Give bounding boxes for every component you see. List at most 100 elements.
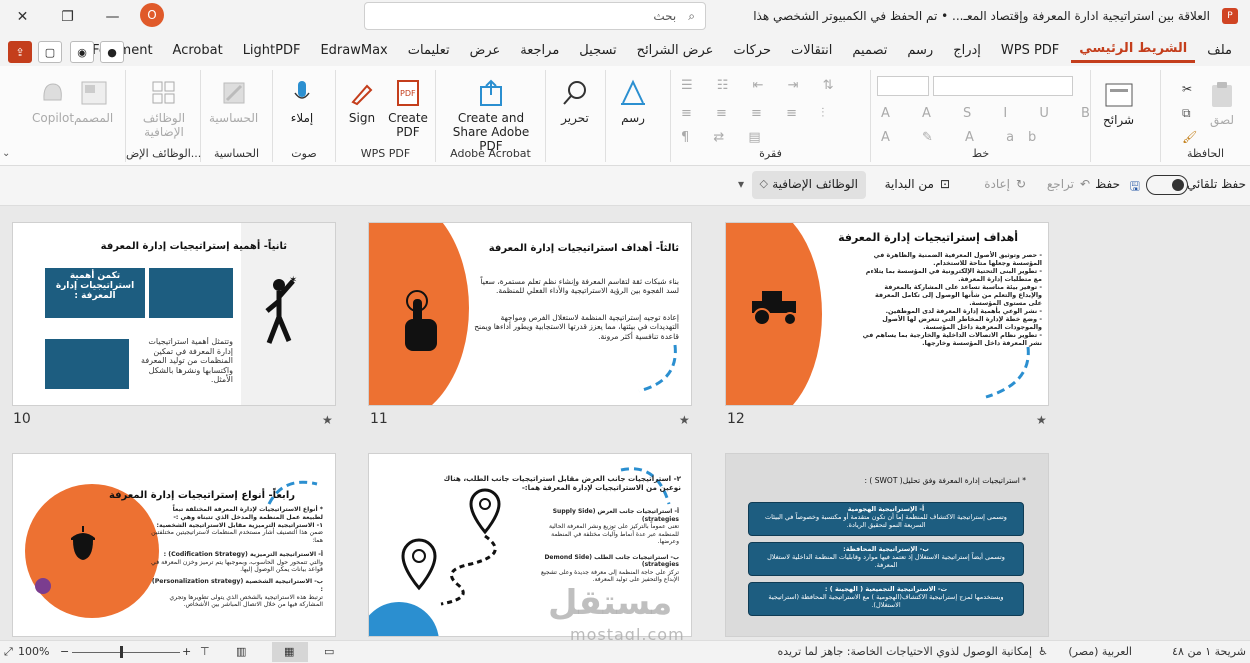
tab-6[interactable]: انتقالات: [783, 39, 840, 62]
accessibility-status[interactable]: إمكانية الوصول لذوي الاحتياجات الخاصة: ج…: [777, 645, 1032, 658]
tab-7[interactable]: حركات: [725, 39, 779, 62]
status-bar: شريحة ١ من ٤٨ العربية (مصر) ♿ إمكانية ال…: [0, 640, 1250, 663]
tab-13[interactable]: EdrawMax: [312, 39, 395, 62]
tab-11[interactable]: عرض: [462, 39, 509, 62]
tab-1[interactable]: الشريط الرئيسي: [1071, 37, 1196, 63]
save-icon[interactable]: 🖫: [1130, 177, 1140, 198]
tab-12[interactable]: تعليمات: [400, 39, 458, 62]
list-icons[interactable]: ☰ ☷ ⇤ ⇥ ⇅: [681, 78, 844, 93]
box-title: أ- الإستراتيجية الهجومية: [847, 505, 925, 513]
tab-5[interactable]: تصميم: [844, 39, 895, 62]
new-slide-button[interactable]: شرائح: [1103, 80, 1134, 127]
dictate-button[interactable]: إملاء: [287, 78, 317, 125]
customize-dropdown-icon[interactable]: ▾: [738, 177, 744, 191]
font-size-select[interactable]: [877, 76, 929, 96]
start-from-beginning-icon[interactable]: ⊡: [940, 177, 950, 191]
addins-quick-button[interactable]: الوظائف الإضافية ◇: [752, 171, 866, 199]
tab-8[interactable]: عرض الشرائح: [629, 39, 722, 62]
slide-text-line: أ- استراتيجيات جانب العرض (Supply Side s…: [552, 508, 679, 523]
close-icon[interactable]: ✕: [0, 0, 45, 34]
slide-text-line: - تطوير البنى التحتية الإلكترونية في الم…: [865, 267, 1042, 283]
direction-icons[interactable]: ¶ ⇄ ▤: [681, 130, 771, 145]
slide-icon: [1104, 80, 1134, 110]
transition-star-icon[interactable]: ★: [679, 413, 690, 427]
copy-icon[interactable]: ⧉: [1182, 106, 1198, 122]
create-pdf-button[interactable]: PDF Create PDF: [384, 78, 432, 139]
slide-text-line: - نشر الوعي بأهمية إدارة المعرفة لدى الم…: [885, 307, 1042, 315]
language-status[interactable]: العربية (مصر): [1068, 645, 1132, 658]
reading-view-icon[interactable]: ▥: [236, 645, 246, 658]
document-title: العلاقة بين استراتيجية ادارة المعرفة وإق…: [753, 9, 1210, 23]
font-family-select[interactable]: [933, 76, 1073, 96]
addins-button[interactable]: الوظائف الإضافية: [134, 78, 194, 139]
purple-dot: [35, 578, 51, 594]
sensitivity-button[interactable]: الحساسية: [209, 78, 258, 125]
transition-star-icon[interactable]: ★: [1036, 413, 1047, 427]
create-share-pdf-button[interactable]: Create and Share Adobe PDF: [441, 78, 541, 153]
transition-star-icon[interactable]: ★: [322, 413, 333, 427]
collapse-ribbon-icon[interactable]: ⌄: [2, 148, 10, 159]
tab-15[interactable]: Acrobat: [165, 39, 231, 62]
zoom-slider-track[interactable]: [72, 652, 180, 653]
slide-number: 10: [13, 411, 31, 427]
autosave-toggle[interactable]: [1146, 175, 1188, 195]
paste-button[interactable]: لصق: [1207, 80, 1237, 127]
tab-14[interactable]: LightPDF: [235, 39, 309, 62]
slide-thumbnail-15[interactable]: * استراتيجيات إدارة المعرفة وفق تحليل( S…: [726, 454, 1048, 636]
record-icon[interactable]: ●: [100, 41, 124, 63]
zoom-in-icon[interactable]: +: [182, 645, 191, 658]
redo-icon[interactable]: ↻: [1016, 177, 1026, 191]
importance-text: وتتمثل أهمية استراتيجيات إدارة المعرفة ف…: [141, 337, 233, 385]
slide-thumbnail-10[interactable]: ثانياً- أهمية إستراتيجيات إدارة المعرفة …: [13, 223, 335, 405]
start-from-beginning-label[interactable]: من البداية: [885, 177, 934, 191]
tab-3[interactable]: إدراج: [945, 39, 989, 62]
zoom-level[interactable]: 100%: [18, 645, 49, 658]
zoom-slider-thumb[interactable]: [120, 646, 123, 658]
autosave-label: حفظ تلقائي: [1186, 177, 1246, 191]
presenter-view-icon[interactable]: ⊤: [200, 645, 210, 658]
slide-thumbnail-13[interactable]: رابعاً- أنواع إستراتيجيات إدارة المعرفة …: [13, 454, 335, 636]
group-label: الحساسية: [213, 147, 260, 160]
slide-thumbnail-11[interactable]: ثالثاً- أهداف استراتيجيات إدارة المعرفة …: [369, 223, 691, 405]
slide-thumbnail-12[interactable]: أهداف إستراتيجيات إدارة المعرفة - حصر وت…: [726, 223, 1048, 405]
search-box[interactable]: بحث ⌕: [364, 2, 706, 30]
format-painter-icon[interactable]: 🖌: [1182, 130, 1198, 146]
slide-text-line: تركز على حاجة المنظمة إلى معرفة جديدة وع…: [540, 568, 679, 584]
designer-button[interactable]: المصمم: [74, 78, 113, 125]
editing-button[interactable]: تحرير: [560, 78, 590, 125]
ribbon-tabs: ملف الشريط الرئيسي WPS PDF إدراج رسم تصميم انت…: [0, 34, 1250, 66]
tab-4[interactable]: رسم: [899, 39, 941, 62]
comments-icon[interactable]: ▢: [38, 41, 62, 63]
avatar[interactable]: O: [140, 3, 164, 27]
slide-title: رابعاً- أنواع إستراتيجيات إدارة المعرفة: [108, 490, 295, 501]
normal-view-icon[interactable]: ▭: [324, 645, 334, 658]
minimize-icon[interactable]: —: [90, 0, 135, 34]
camera-icon[interactable]: ◉: [70, 41, 94, 63]
restore-icon[interactable]: ❐: [45, 0, 90, 34]
importance-box: تكمن أهمية استراتيجيات إدارة المعرفة :: [45, 268, 145, 318]
undo-icon[interactable]: ↶: [1080, 177, 1090, 191]
slide-text-list: أ- استراتيجيات جانب العرض (Supply Side s…: [529, 508, 679, 584]
reaching-person-icon: ✶: [265, 275, 297, 344]
dashed-arc: [638, 344, 677, 393]
share-pdf-icon: [476, 78, 506, 108]
font-color-icons[interactable]: A ✎ A ab: [881, 130, 1050, 145]
tab-9[interactable]: تسجيل: [571, 39, 624, 62]
redo-label[interactable]: إعادة: [984, 177, 1010, 191]
align-icons[interactable]: ≡ ≡ ≡ ≡ ⫶: [681, 106, 834, 121]
slide-text-line: ب- استراتيجيات جانب الطلب (Demond Side s…: [544, 553, 679, 569]
share-icon[interactable]: ⇪: [8, 41, 32, 63]
save-label[interactable]: حفظ: [1095, 177, 1120, 191]
tab-10[interactable]: مراجعة: [512, 39, 567, 62]
draw-button[interactable]: رسم: [618, 78, 648, 125]
zoom-out-icon[interactable]: −: [60, 645, 69, 658]
accessibility-icon[interactable]: ♿: [1038, 645, 1048, 658]
copilot-button[interactable]: Copilot: [32, 78, 74, 125]
cut-icon[interactable]: ✂: [1182, 82, 1198, 98]
tab-0[interactable]: ملف: [1199, 39, 1240, 62]
font-format-icons[interactable]: A A S I U B: [881, 106, 1104, 121]
undo-label[interactable]: تراجع: [1047, 177, 1074, 191]
fit-slide-icon[interactable]: ⤢: [4, 645, 13, 659]
sign-button[interactable]: Sign: [340, 78, 384, 125]
tab-2[interactable]: WPS PDF: [993, 39, 1067, 62]
